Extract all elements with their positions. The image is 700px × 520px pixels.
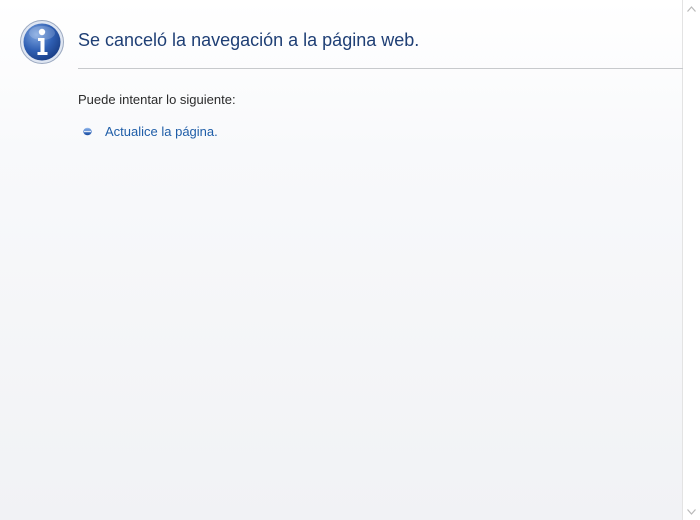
divider xyxy=(78,68,683,69)
scroll-track[interactable] xyxy=(683,17,700,503)
refresh-page-link[interactable]: Actualice la página. xyxy=(105,124,218,139)
bullet-icon xyxy=(83,127,92,136)
scroll-up-button[interactable] xyxy=(683,0,700,17)
vertical-scrollbar[interactable] xyxy=(683,0,700,520)
info-icon xyxy=(20,20,64,64)
scroll-down-button[interactable] xyxy=(683,503,700,520)
page-title: Se canceló la navegación a la página web… xyxy=(78,30,420,50)
suggestions-label: Puede intentar lo siguiente: xyxy=(78,92,236,107)
error-page: Se canceló la navegación a la página web… xyxy=(0,0,683,520)
chevron-down-icon xyxy=(687,508,696,515)
chevron-up-icon xyxy=(687,5,696,12)
